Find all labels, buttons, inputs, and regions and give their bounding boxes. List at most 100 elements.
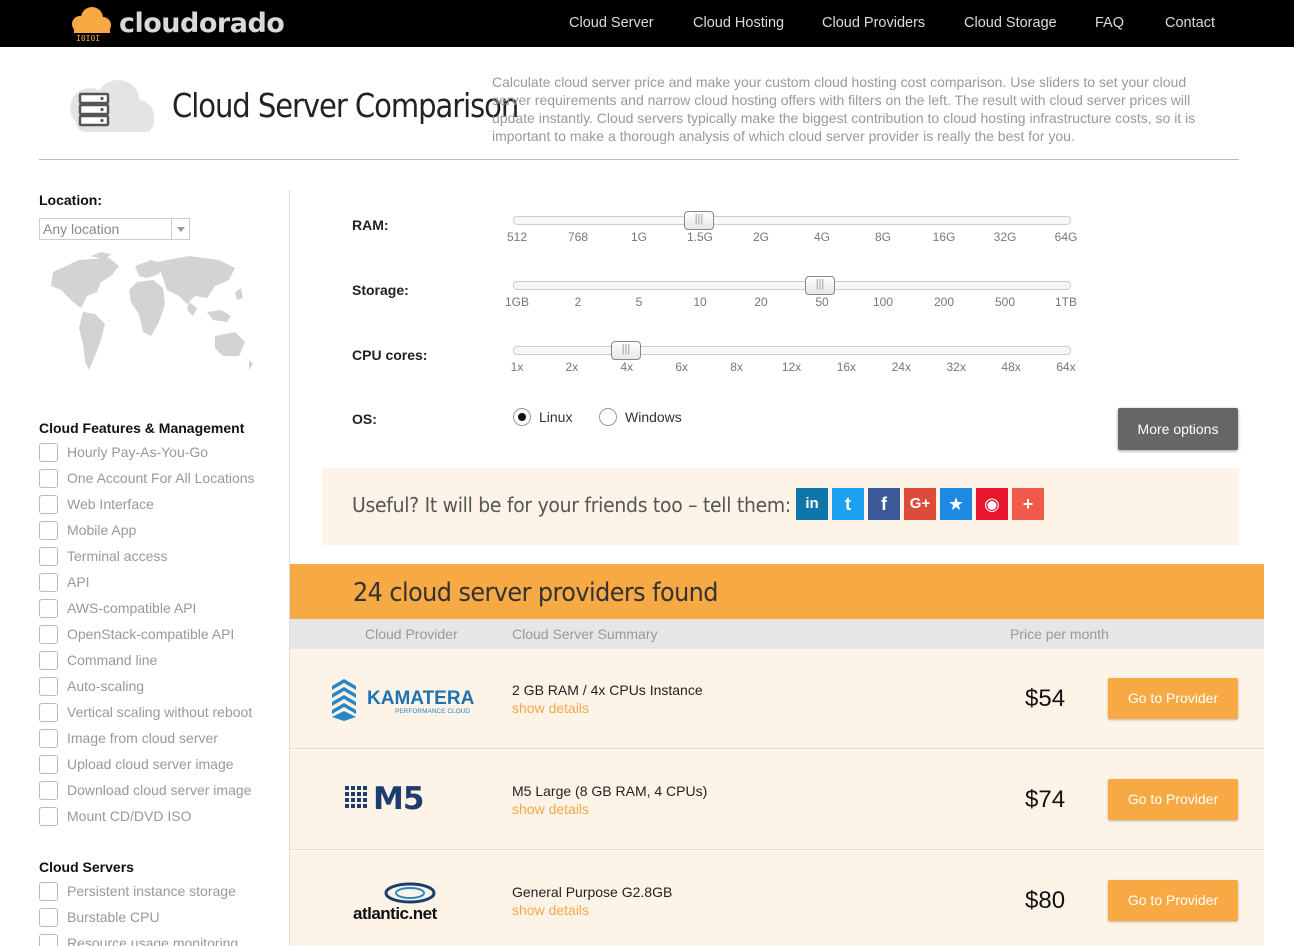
cpu-slider-track[interactable] [513,346,1071,355]
col-provider[interactable]: Cloud Provider [365,626,458,642]
storage-label: Storage: [352,282,409,298]
os-label-linux[interactable]: Linux [539,409,572,425]
m5-logo[interactable]: M5 [345,784,460,816]
slider-tick-label: 12x [781,360,802,374]
slider-tick-label: 2 [574,295,582,309]
nav-cloud-providers[interactable]: Cloud Providers [822,15,925,31]
col-price[interactable]: Price per month [1010,626,1109,642]
go-to-provider-button[interactable]: Go to Provider [1108,880,1238,921]
checkbox-label: Vertical scaling without reboot [67,704,253,720]
checkbox[interactable] [39,599,58,618]
row-price: $54 [1025,685,1066,712]
checkbox-label: Upload cloud server image [67,756,234,772]
svg-text:atlantic.net: atlantic.net [353,904,438,923]
atlantic-net-logo[interactable]: atlantic.net [352,879,452,925]
storage-slider-handle[interactable] [805,276,835,295]
facebook-icon[interactable]: f [868,488,900,520]
top-nav-bar: I0I0I cloudorado Cloud Server Cloud Host… [0,0,1294,47]
checkbox[interactable] [39,547,58,566]
slider-tick-label: 200 [933,295,955,309]
checkbox[interactable] [39,934,58,946]
checkbox-label: AWS-compatible API [67,600,197,616]
os-label-windows[interactable]: Windows [625,409,682,425]
checkbox[interactable] [39,651,58,670]
row-show-details-link[interactable]: show details [512,801,589,817]
checkbox[interactable] [39,755,58,774]
checkbox[interactable] [39,677,58,696]
checkbox-label: Command line [67,652,158,668]
checkbox[interactable] [39,573,58,592]
linkedin-icon[interactable]: in [796,488,828,520]
twitter-icon[interactable]: t [832,488,864,520]
checkbox[interactable] [39,495,58,514]
table-row: M5 M5 Large (8 GB RAM, 4 CPUs) show deta… [290,750,1264,850]
cpu-slider-handle[interactable] [611,341,641,360]
brand-name[interactable]: cloudorado [119,8,285,39]
slider-tick-label: 24x [891,360,911,374]
checkbox[interactable] [39,625,58,644]
bookmark-star-icon[interactable]: ★ [940,488,972,520]
slider-tick-label: 1.5G [686,230,713,244]
nav-cloud-server[interactable]: Cloud Server [569,15,654,31]
slider-tick-label: 8G [874,230,891,244]
share-text: Useful? It will be for your friends too … [352,493,791,517]
slider-tick-label: 16G [932,230,956,244]
slider-tick-label: 8x [730,360,743,374]
google-plus-icon[interactable]: G+ [904,488,936,520]
checkbox[interactable] [39,807,58,826]
row-price: $74 [1025,786,1066,813]
checkbox-label: Persistent instance storage [67,883,236,899]
location-select-value: Any location [43,221,120,237]
nav-cloud-hosting[interactable]: Cloud Hosting [693,15,784,31]
features-heading: Cloud Features & Management [39,420,245,436]
checkbox[interactable] [39,781,58,800]
nav-faq[interactable]: FAQ [1095,15,1124,31]
storage-slider-track[interactable] [513,281,1071,290]
world-map-icon[interactable] [39,252,259,392]
col-summary[interactable]: Cloud Server Summary [512,626,658,642]
checkbox-label: API [67,574,90,590]
chevron-down-icon[interactable] [171,219,189,239]
slider-tick-label: 50 [815,295,829,309]
more-share-icon[interactable]: + [1012,488,1044,520]
cloudorado-logo-icon[interactable]: I0I0I [70,6,114,42]
checkbox[interactable] [39,908,58,927]
checkbox-label: Web Interface [67,496,154,512]
ram-slider-track[interactable] [513,216,1071,225]
checkbox[interactable] [39,521,58,540]
slider-tick-label: 10 [693,295,707,309]
go-to-provider-button[interactable]: Go to Provider [1108,678,1238,719]
row-show-details-link[interactable]: show details [512,902,589,918]
checkbox[interactable] [39,729,58,748]
os-radio-linux[interactable] [513,408,531,426]
slider-tick-label: 16x [836,360,857,374]
checkbox[interactable] [39,469,58,488]
slider-tick-label: 1x [510,360,524,374]
checkbox[interactable] [39,882,58,901]
os-radio-windows[interactable] [599,408,617,426]
svg-text:PERFORMANCE CLOUD: PERFORMANCE CLOUD [395,708,470,715]
nav-cloud-storage[interactable]: Cloud Storage [964,15,1057,31]
weibo-icon[interactable]: ◉ [976,488,1008,520]
page-title: Cloud Server Comparison [172,86,519,125]
row-show-details-link[interactable]: show details [512,700,589,716]
table-row: KAMATERA PERFORMANCE CLOUD 2 GB RAM / 4x… [290,649,1264,749]
kamatera-logo[interactable]: KAMATERA PERFORMANCE CLOUD [330,677,480,721]
row-summary: M5 Large (8 GB RAM, 4 CPUs) [512,783,708,799]
nav-contact[interactable]: Contact [1165,15,1215,31]
location-select[interactable]: Any location [39,218,190,240]
slider-tick-label: 64G [1054,230,1078,244]
checkbox[interactable] [39,703,58,722]
more-options-button[interactable]: More options [1118,408,1238,450]
slider-tick-label: 6x [675,360,689,374]
go-to-provider-button[interactable]: Go to Provider [1108,779,1238,820]
row-summary: 2 GB RAM / 4x CPUs Instance [512,682,703,698]
slider-tick-label: 512 [506,230,528,244]
slider-tick-label: 1G [630,230,647,244]
slider-tick-label: 32G [993,230,1017,244]
ram-slider-handle[interactable] [684,211,714,230]
checkbox[interactable] [39,443,58,462]
row-summary: General Purpose G2.8GB [512,884,673,900]
slider-tick-label: 2G [752,230,769,244]
share-panel: Useful? It will be for your friends too … [322,468,1239,545]
